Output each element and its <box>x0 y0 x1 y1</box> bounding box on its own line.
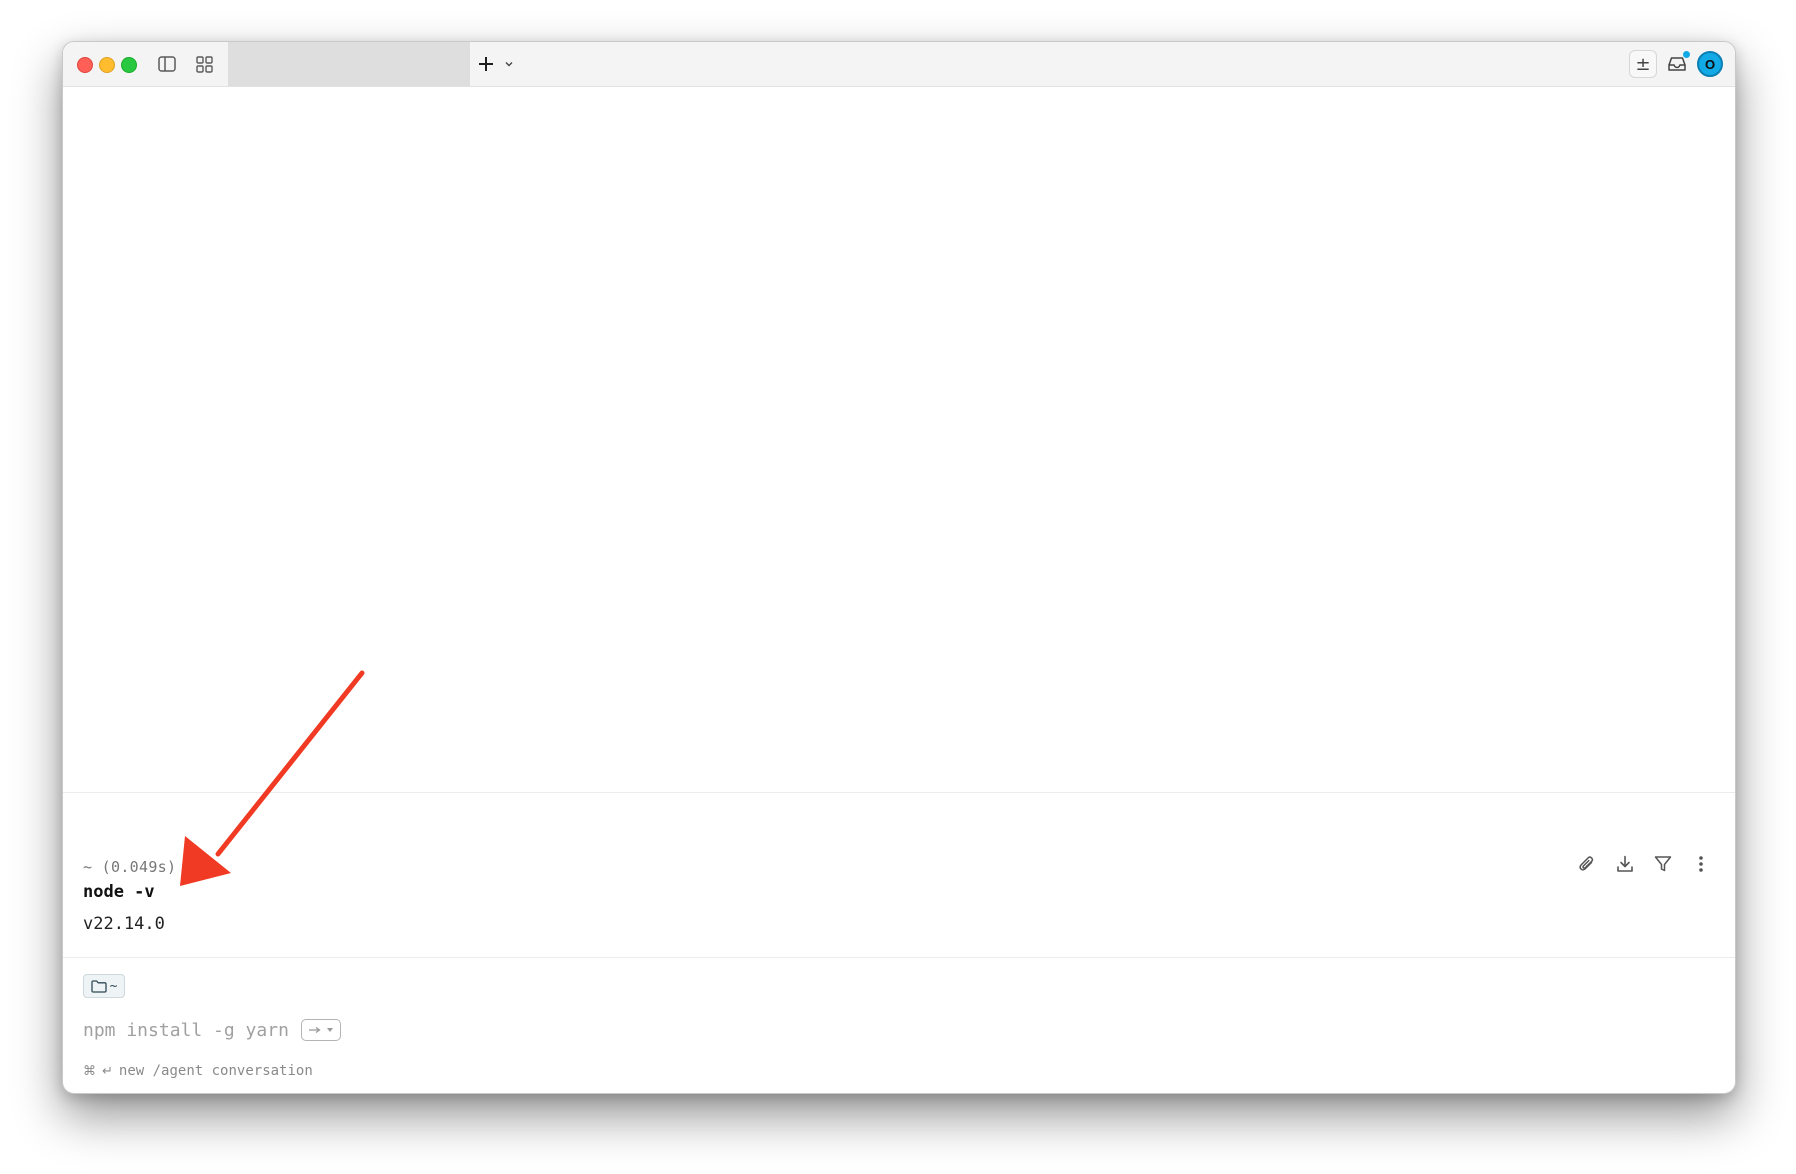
hint-text: new /agent conversation <box>118 1063 313 1079</box>
attach-button[interactable] <box>1575 852 1599 876</box>
avatar[interactable]: O <box>1697 51 1723 77</box>
download-button[interactable] <box>1613 852 1637 876</box>
filter-icon <box>1654 856 1672 872</box>
block-meta: ~ (0.049s) <box>83 858 177 876</box>
sidebar-toggle-icon[interactable] <box>156 53 178 75</box>
plus-icon <box>479 57 493 71</box>
block-output: v22.14.0 <box>83 914 165 934</box>
grid-view-icon[interactable] <box>193 53 215 75</box>
zoom-window-button[interactable] <box>121 57 137 73</box>
command-input[interactable]: npm install -g yarn <box>83 1019 341 1041</box>
minimize-window-button[interactable] <box>99 57 115 73</box>
directory-chip[interactable]: ~ <box>83 974 125 998</box>
block-command[interactable]: node -v <box>83 882 155 902</box>
folder-icon <box>90 979 107 993</box>
inbox-button[interactable] <box>1663 50 1691 78</box>
notification-dot <box>1683 51 1690 58</box>
command-key-icon: ⌘ <box>83 1063 96 1079</box>
block-actions <box>1575 852 1713 876</box>
close-window-button[interactable] <box>77 57 93 73</box>
plus-minus-icon: ± <box>1635 53 1651 75</box>
more-options-button[interactable] <box>1689 852 1713 876</box>
block-top-divider <box>63 792 1735 793</box>
input-top-divider <box>63 957 1735 958</box>
caret-down-icon <box>326 1028 333 1032</box>
terminal-window: ± O ~ (0.049s) node -v v22.14.0 ~ npm in… <box>62 41 1736 1094</box>
download-icon <box>1617 855 1633 872</box>
directory-label: ~ <box>109 978 118 994</box>
paperclip-icon <box>1579 856 1594 871</box>
kebab-menu-icon <box>1699 856 1703 872</box>
titlebar-right-controls: ± O <box>1629 50 1723 78</box>
accept-suggestion-chip[interactable] <box>300 1019 341 1041</box>
chevron-down-icon[interactable] <box>503 58 515 70</box>
input-placeholder: npm install -g yarn <box>83 1019 289 1041</box>
new-tab-button[interactable] <box>477 50 515 78</box>
title-bar: ± O <box>63 42 1735 87</box>
tab-active[interactable] <box>228 42 470 86</box>
arrow-right-icon <box>308 1026 321 1034</box>
inbox-icon <box>1668 57 1686 71</box>
plus-minus-button[interactable]: ± <box>1629 50 1657 78</box>
keyboard-hint: ⌘ ↵ new /agent conversation <box>83 1063 313 1079</box>
filter-button[interactable] <box>1651 852 1675 876</box>
return-key-icon: ↵ <box>102 1063 113 1079</box>
